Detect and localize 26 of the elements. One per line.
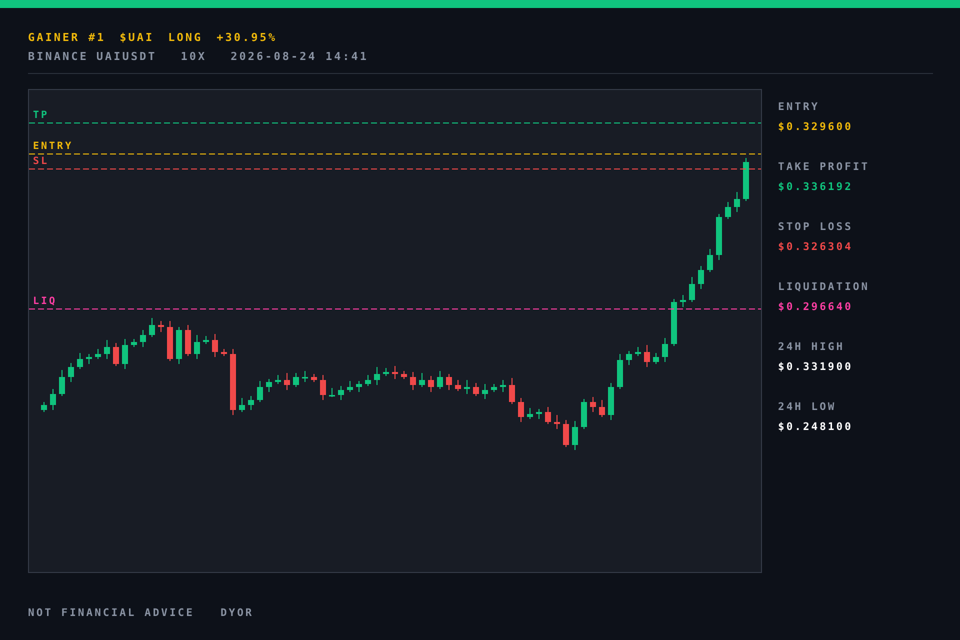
disclaimer-text: NOT FINANCIAL ADVICE [28, 607, 194, 619]
exchange-name: BINANCE [28, 50, 88, 63]
timestamp: 2026-08-24 14:41 [230, 50, 369, 63]
stat-value: $0.336192 [778, 181, 854, 193]
trading-pair: UAIUSDT [96, 50, 157, 63]
price-level-label: SL [33, 156, 50, 167]
ticker: $UAI [120, 31, 154, 44]
price-level-label: TP [33, 110, 50, 121]
stat-value: $0.331900 [778, 361, 854, 373]
stat-value: $0.296640 [778, 301, 854, 313]
price-level-label: ENTRY [33, 141, 74, 152]
stat-value: $0.248100 [778, 421, 854, 433]
price-level-label: LIQ [33, 296, 58, 307]
stat-label: TAKE PROFIT [778, 161, 870, 173]
stat-value: $0.329600 [778, 121, 854, 133]
position-side: LONG [168, 31, 203, 44]
stat-label: LIQUIDATION [778, 281, 870, 293]
stat-label: 24H LOW [778, 401, 838, 413]
stat-label: STOP LOSS [778, 221, 854, 233]
leverage: 10X [180, 50, 207, 63]
price-change: +30.95% [216, 31, 277, 44]
stat-value: $0.326304 [778, 241, 854, 253]
gainer-rank: GAINER #1 [28, 31, 106, 44]
stat-label: 24H HIGH [778, 341, 846, 353]
stat-label: ENTRY [778, 101, 821, 113]
disclaimer-text: DYOR [220, 607, 254, 619]
